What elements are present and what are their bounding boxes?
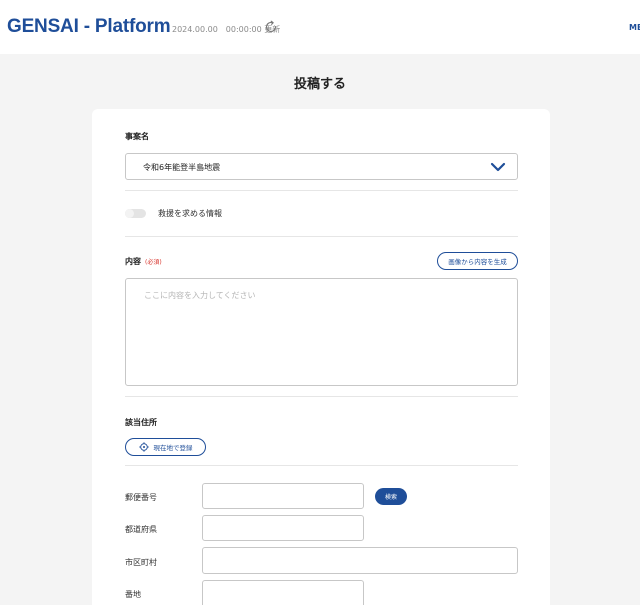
current-location-button[interactable]: 現在地で登録 (125, 438, 206, 456)
refresh-icon[interactable] (264, 20, 278, 34)
city-input[interactable] (202, 547, 518, 574)
street-input[interactable] (202, 580, 364, 605)
rescue-toggle[interactable] (125, 209, 146, 218)
street-label: 番地 (125, 590, 141, 599)
page-title: 投稿する (293, 77, 346, 92)
app-header: GENSAI - Platform 2024.00.00 00:00:00 更新… (0, 0, 640, 54)
prefecture-input[interactable] (202, 515, 364, 541)
content-placeholder: ここに内容を入力してください (144, 291, 256, 300)
generate-from-image-button[interactable]: 画像から内容を生成 (437, 252, 518, 270)
location-target-icon (138, 442, 149, 452)
rescue-toggle-label: 救援を求める情報 (158, 209, 222, 218)
app-title[interactable]: GENSAI - Platform (7, 16, 171, 38)
divider (125, 236, 518, 237)
postal-code-label: 郵便番号 (125, 493, 157, 502)
postal-code-input[interactable] (202, 483, 364, 509)
required-badge: (必須) (145, 259, 162, 266)
content-textarea[interactable]: ここに内容を入力してください (125, 278, 518, 386)
incident-select[interactable]: 令和6年能登半島地震 (125, 153, 518, 180)
address-label: 該当住所 (125, 418, 157, 427)
divider (125, 396, 518, 397)
prefecture-label: 都道府県 (125, 525, 157, 534)
incident-label: 事案名 (125, 132, 149, 141)
toggle-knob (125, 209, 134, 218)
divider (125, 465, 518, 466)
menu-button[interactable]: MENU (629, 23, 640, 32)
content-label-text: 内容 (125, 257, 141, 266)
chevron-down-icon (490, 162, 506, 172)
postal-search-button[interactable]: 検索 (375, 488, 407, 505)
content-label: 内容 (必須) (125, 256, 162, 267)
incident-select-value: 令和6年能登半島地震 (143, 163, 221, 172)
current-location-label: 現在地で登録 (153, 444, 193, 452)
divider (125, 190, 518, 191)
city-label: 市区町村 (125, 558, 157, 567)
